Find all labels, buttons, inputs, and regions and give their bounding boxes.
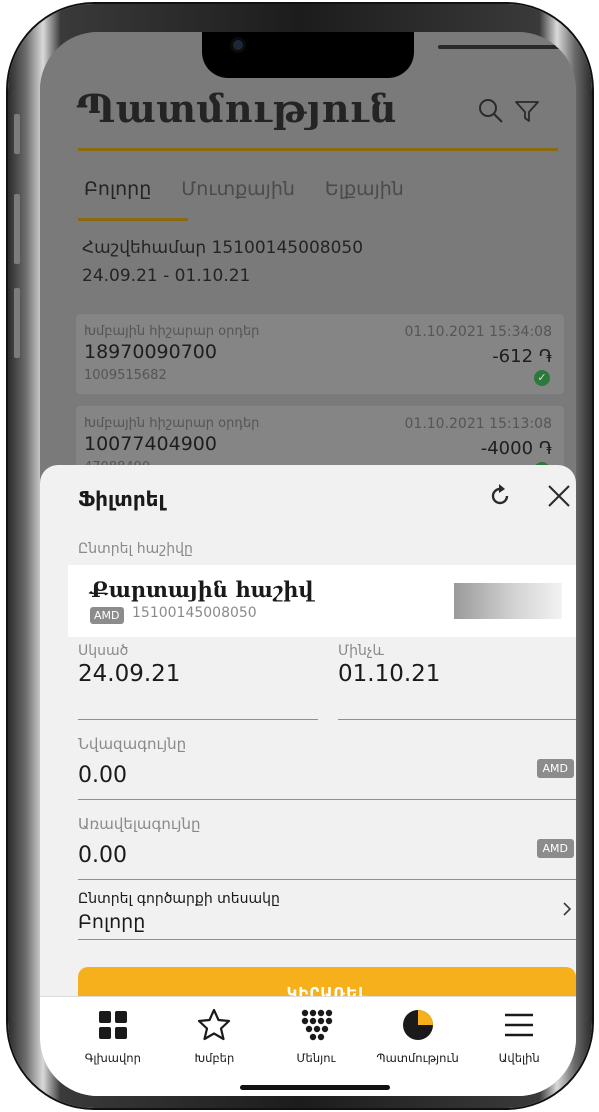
transaction-ref: 1009515682 [84, 368, 167, 383]
sheet-title: Ֆիլտրել [78, 487, 165, 511]
nav-item-groups[interactable]: Խմբեր [164, 997, 266, 1096]
hamburger-icon [505, 1013, 534, 1037]
min-currency-chip: AMD [536, 759, 574, 778]
chevron-right-icon [563, 902, 572, 916]
min-amount-input[interactable]: 0.00 [78, 763, 127, 788]
min-amount-underline [78, 799, 576, 800]
period-line: 24.09.21 - 01.10.21 [82, 266, 251, 286]
to-date-field[interactable]: Մինչև 01.10.21 [338, 643, 440, 687]
search-icon[interactable] [476, 96, 506, 126]
home-indicator [240, 1085, 390, 1090]
min-amount-label: Նվազագույնը [78, 735, 187, 753]
star-icon [198, 1008, 231, 1041]
nav-label: Ավելին [498, 1051, 540, 1065]
active-tab-indicator [78, 218, 188, 221]
to-date-value: 01.10.21 [338, 661, 441, 687]
card-image [454, 583, 562, 619]
transaction-row[interactable]: Խմբային հիշարար օրդեր 18970090700 100951… [76, 314, 564, 394]
nav-item-history[interactable]: Պատմություն [367, 997, 469, 1096]
from-date-underline [78, 719, 318, 720]
transaction-amount: -4000 ֏ [480, 438, 552, 459]
nav-label: Գլխավոր [84, 1051, 141, 1065]
transaction-datetime: 01.10.2021 15:13:08 [404, 416, 553, 432]
nav-label: Մենյու [296, 1051, 336, 1065]
operation-type-underline [78, 939, 576, 940]
mute-switch [14, 114, 20, 154]
nav-item-home[interactable]: Գլխավոր [62, 997, 164, 1096]
transaction-type: Խմբային հիշարար օրդեր [84, 416, 260, 431]
nav-item-menu[interactable]: Մենյու [265, 997, 367, 1096]
to-date-underline [338, 719, 576, 720]
speaker [438, 45, 576, 49]
max-amount-input[interactable]: 0.00 [78, 843, 127, 868]
to-date-label: Մինչև [338, 643, 384, 659]
close-icon[interactable] [545, 482, 573, 510]
nav-item-more[interactable]: Ավելին [468, 997, 570, 1096]
transaction-type: Խմբային հիշարար օրդեր [84, 324, 260, 339]
nav-label: Խմբեր [194, 1051, 235, 1065]
operation-type-value: Բոլորը [78, 911, 146, 933]
tab-all[interactable]: Բոլորը [84, 178, 151, 200]
front-camera [230, 37, 246, 53]
from-date-value: 24.09.21 [78, 661, 181, 687]
account-number-line: Հաշվեհամար 15100145008050 [82, 238, 364, 258]
filter-icon[interactable] [512, 96, 542, 126]
max-currency-chip: AMD [536, 839, 574, 858]
max-amount-label: Առավելագույնը [78, 815, 201, 833]
operation-type-label: Ընտրել գործարքի տեսակը [78, 891, 280, 907]
history-pie-icon [402, 1010, 433, 1040]
page-title: Պատմություն [76, 86, 398, 131]
screen: Պատմություն Բոլորը Մուտքային Ելքային Հաշ… [40, 32, 576, 1096]
from-date-label: Սկսած [78, 643, 129, 659]
transaction-datetime: 01.10.2021 15:34:08 [404, 324, 553, 340]
from-date-field[interactable]: Սկսած 24.09.21 [78, 643, 180, 687]
account-select-card[interactable]: Քարտային հաշիվ AMD 15100145008050 [68, 565, 576, 637]
bottom-nav: Գլխավոր Խմբեր Մենյու Պատմություն Ավելին [40, 996, 576, 1096]
phone-frame: Պատմություն Բոլորը Մուտքային Ելքային Հաշ… [8, 4, 592, 1108]
transaction-number: 18970090700 [84, 341, 217, 363]
tab-incoming[interactable]: Մուտքային [181, 178, 295, 200]
refresh-icon[interactable] [486, 482, 514, 510]
title-divider [78, 148, 558, 151]
account-name: Քարտային հաշիվ [90, 577, 314, 602]
account-select-label: Ընտրել հաշիվը [78, 541, 193, 557]
success-check-icon: ✓ [534, 370, 550, 386]
volume-down-button [14, 288, 20, 358]
tab-outgoing[interactable]: Ելքային [325, 178, 404, 200]
history-tabs: Բոլորը Մուտքային Ելքային [84, 178, 404, 200]
transaction-amount: -612 ֏ [492, 346, 552, 367]
account-number: 15100145008050 [132, 605, 257, 621]
transaction-number: 10077404900 [84, 433, 217, 455]
grid-icon [98, 1011, 127, 1039]
volume-up-button [14, 194, 20, 264]
currency-badge: AMD [90, 607, 124, 624]
max-amount-underline [78, 879, 576, 880]
nav-label: Պատմություն [376, 1051, 459, 1065]
dots-grid-icon [301, 1009, 333, 1041]
